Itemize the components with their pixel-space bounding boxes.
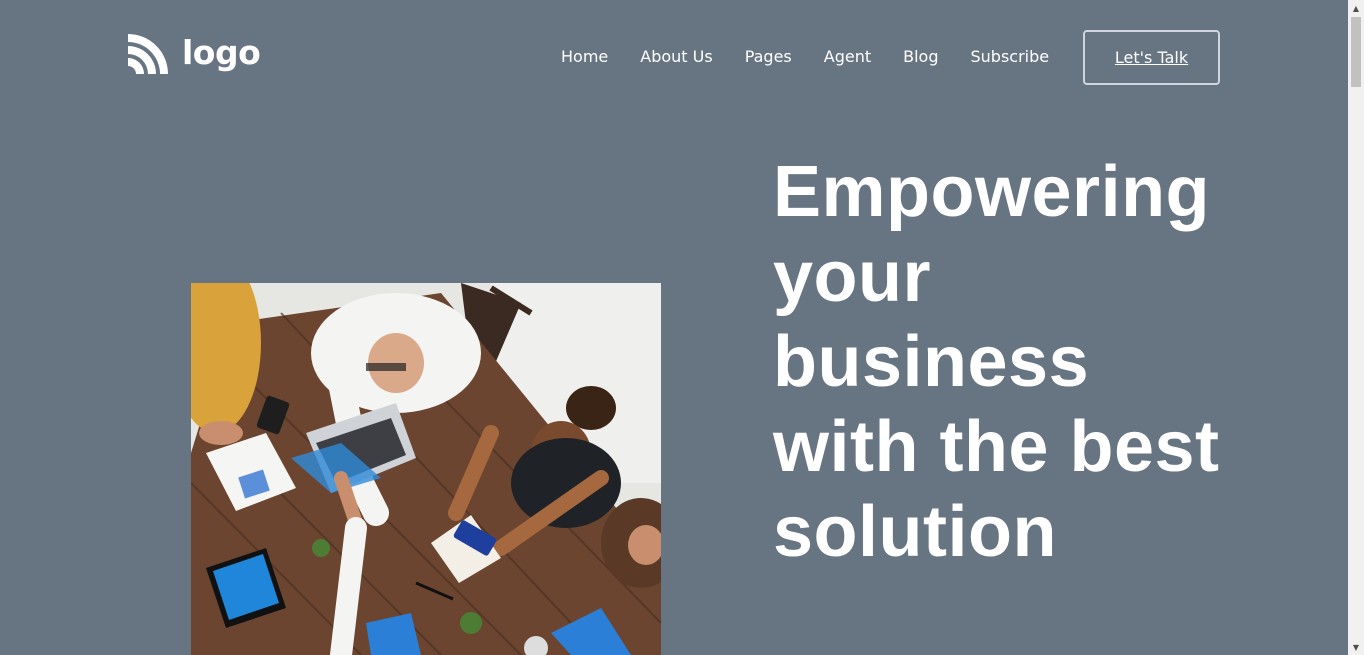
logo[interactable]: logo [126,31,261,77]
main-nav: Home About Us Pages Agent Blog Subscribe [561,46,1081,68]
nav-about-us[interactable]: About Us [640,46,712,68]
hero-title: Empowering your business with the best s… [773,152,1220,572]
nav-agent[interactable]: Agent [824,46,871,68]
nav-pages[interactable]: Pages [745,46,792,68]
site-header: logo Home About Us Pages Agent Blog Subs… [0,0,1348,115]
lets-talk-button[interactable]: Let's Talk [1083,30,1220,85]
team-meeting-illustration [191,283,661,655]
scrollbar-thumb[interactable] [1351,17,1361,87]
nav-home[interactable]: Home [561,46,608,68]
rss-logo-icon [128,34,168,74]
scroll-down-icon[interactable]: ▼ [1348,639,1364,655]
nav-subscribe[interactable]: Subscribe [971,46,1050,68]
logo-text: logo [182,32,261,72]
scroll-up-icon[interactable]: ▲ [1348,0,1364,16]
nav-blog[interactable]: Blog [903,46,938,68]
vertical-scrollbar[interactable]: ▲ ▼ [1348,0,1364,655]
hero-image [191,283,661,655]
